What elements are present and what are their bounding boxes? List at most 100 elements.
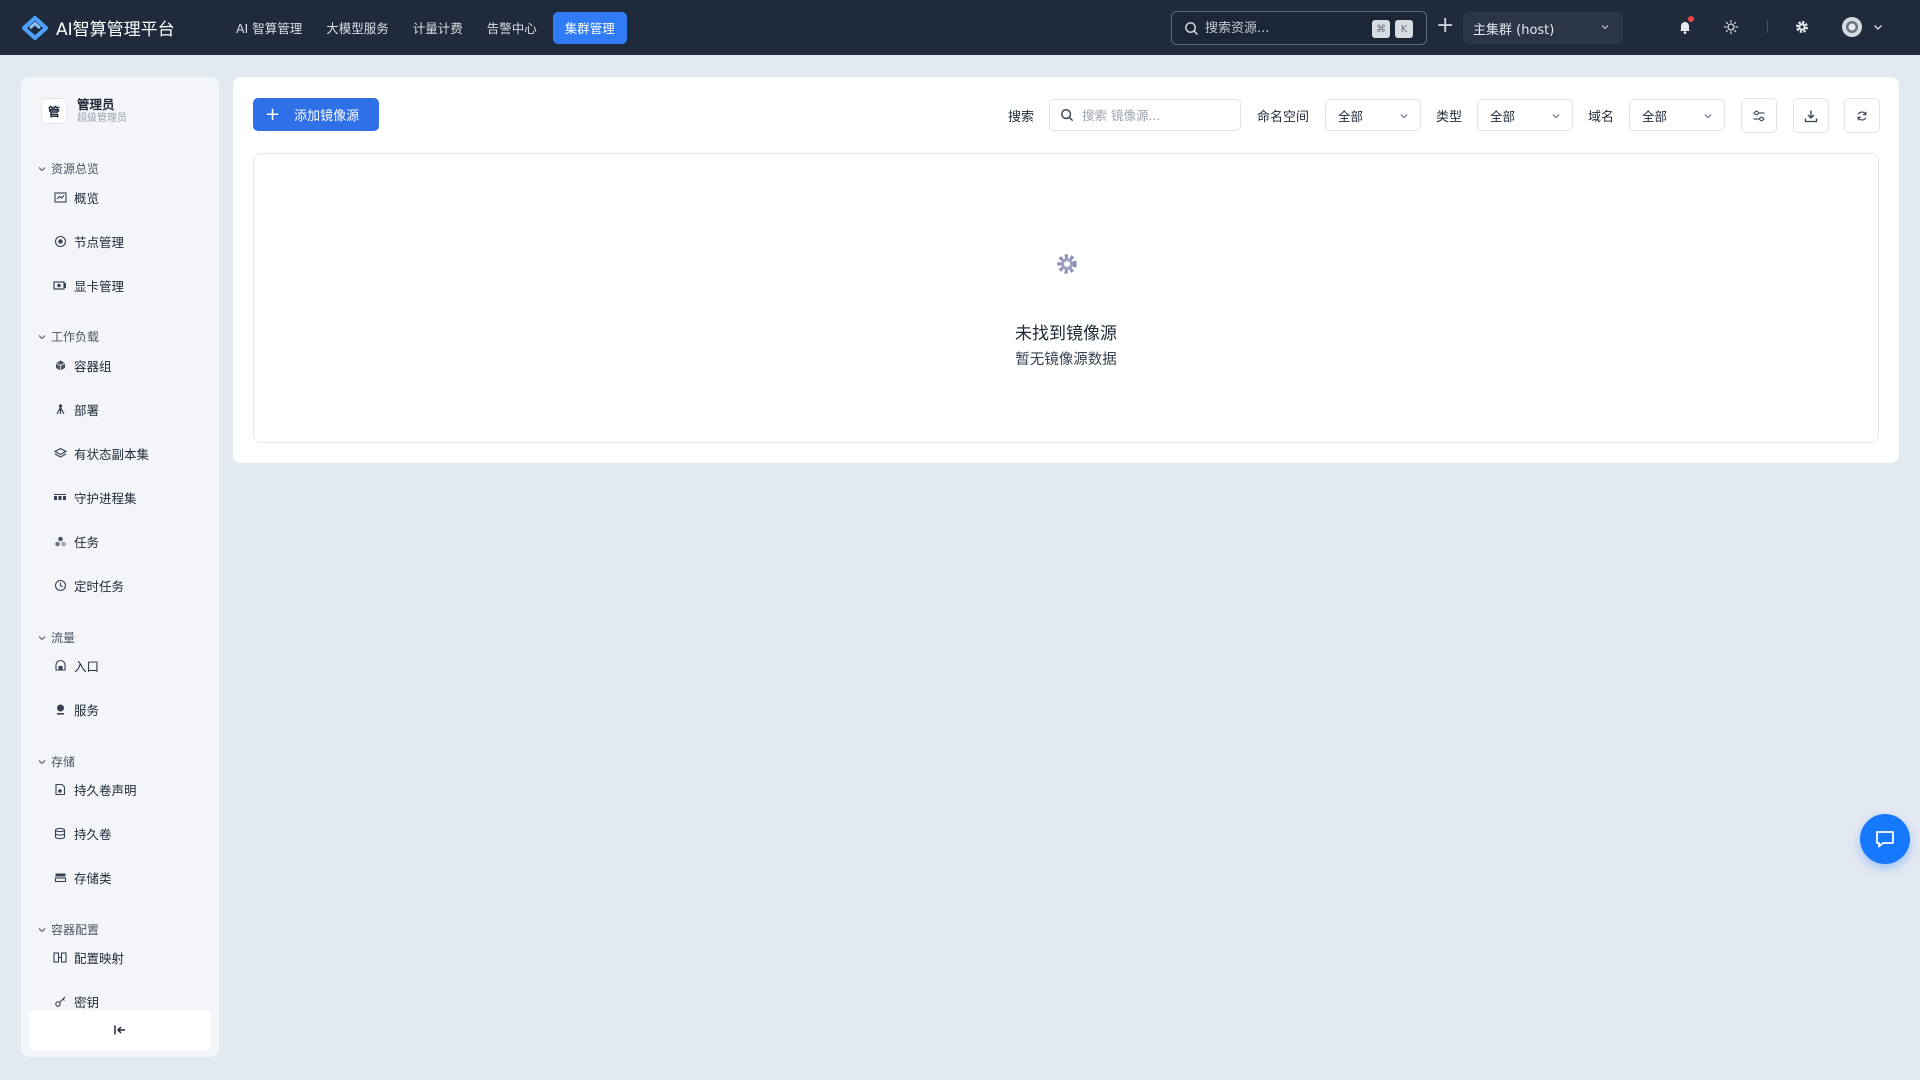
main-panel: + 添加镜像源 搜索 命名空间 全部 类型 全部 域名 全部 <box>233 77 1899 463</box>
group-workloads[interactable]: 工作负载 <box>37 328 99 345</box>
group-title-label: 容器配置 <box>51 923 100 937</box>
chevron-down-icon <box>38 166 46 171</box>
cluster-select[interactable]: 主集群 (host) <box>1463 12 1623 44</box>
nav-ai-compute[interactable]: AI 智算管理 <box>224 12 314 44</box>
cube-icon <box>53 358 67 372</box>
search-icon <box>1185 21 1198 35</box>
sidebar-item-label: 部署 <box>74 402 100 418</box>
sidebar-item-storage-classes[interactable]: 存储类 <box>53 867 112 887</box>
type-label: 类型 <box>1436 110 1463 125</box>
sidebar-item-gpu[interactable]: 显卡管理 <box>53 275 124 295</box>
namespace-select-value: 全部 <box>1338 108 1364 124</box>
sidebar: 管 管理员 超级管理员 资源总览 概览 节点管理 显卡管理 工作负载 容器组 部… <box>21 77 219 1057</box>
logo-icon <box>22 15 48 40</box>
user-name: 管理员 <box>77 97 115 112</box>
app-logo[interactable]: AI智算管理平台 <box>20 15 212 41</box>
layers-icon <box>53 446 67 460</box>
namespace-select[interactable]: 全部 <box>1325 99 1421 131</box>
gear-icon[interactable] <box>1791 16 1813 38</box>
domain-label: 域名 <box>1588 110 1615 125</box>
user-profile[interactable]: 管 管理员 超级管理员 <box>41 97 127 125</box>
sidebar-item-label: 有状态副本集 <box>74 446 150 462</box>
gear-icon <box>1057 254 1077 274</box>
top-bar: AI智算管理平台 AI 智算管理 大模型服务 计量计费 告警中心 集群管理 ⌘ … <box>0 0 1920 55</box>
nav-llm-service[interactable]: 大模型服务 <box>314 12 401 44</box>
type-select-value: 全部 <box>1490 108 1516 124</box>
sidebar-collapse-button[interactable] <box>29 1010 211 1050</box>
refresh-button[interactable] <box>1844 98 1880 133</box>
avatar: 管 <box>41 98 67 124</box>
add-registry-label: 添加镜像源 <box>294 109 360 124</box>
sidebar-item-pvc[interactable]: 持久卷声明 <box>53 779 137 799</box>
key-icon <box>53 994 67 1008</box>
group-title-label: 流量 <box>51 631 76 645</box>
group-traffic[interactable]: 流量 <box>37 629 75 646</box>
registry-search-input[interactable] <box>1082 107 1222 123</box>
chevron-down-icon <box>1400 114 1408 119</box>
notification-badge <box>1688 16 1694 22</box>
sidebar-item-pv[interactable]: 持久卷 <box>53 823 112 843</box>
node-icon <box>53 234 67 248</box>
shortcut-key-k: K <box>1395 20 1413 38</box>
daemon-icon <box>53 490 67 504</box>
group-storage[interactable]: 存储 <box>37 753 75 770</box>
deploy-icon <box>53 402 67 416</box>
chevron-down-icon <box>1552 114 1560 119</box>
clock-icon <box>53 578 67 592</box>
chevron-down-icon <box>1601 25 1609 30</box>
sidebar-item-label: 持久卷 <box>74 826 112 842</box>
chevron-down-icon[interactable] <box>1870 16 1886 38</box>
bell-icon[interactable] <box>1674 16 1696 38</box>
pvc-icon <box>53 782 67 796</box>
sidebar-item-label: 持久卷声明 <box>74 782 137 798</box>
group-title-label: 工作负载 <box>51 330 100 344</box>
download-button[interactable] <box>1793 98 1829 133</box>
plus-icon: + <box>265 103 281 125</box>
service-icon <box>53 702 67 716</box>
sidebar-item-secrets[interactable]: 密钥 <box>53 991 99 1011</box>
filter-settings-icon <box>1753 110 1765 121</box>
sidebar-item-label: 任务 <box>74 534 100 550</box>
empty-state-title: 未找到镜像源 <box>1015 324 1117 344</box>
plus-icon[interactable]: + <box>1436 15 1456 39</box>
global-search-input[interactable] <box>1205 20 1355 36</box>
nav-alert-center[interactable]: 告警中心 <box>475 12 549 44</box>
sidebar-item-services[interactable]: 服务 <box>53 699 99 719</box>
domain-select[interactable]: 全部 <box>1629 99 1725 131</box>
configmap-icon <box>53 950 67 964</box>
database-icon <box>53 826 67 840</box>
sidebar-item-cronjobs[interactable]: 定时任务 <box>53 575 124 595</box>
sun-icon[interactable] <box>1720 16 1742 38</box>
chat-button[interactable] <box>1860 814 1910 864</box>
sidebar-item-statefulsets[interactable]: 有状态副本集 <box>53 443 149 463</box>
refresh-icon <box>1857 111 1867 120</box>
sidebar-item-pods[interactable]: 容器组 <box>53 355 112 375</box>
avatar-icon[interactable] <box>1840 16 1864 38</box>
registry-search[interactable] <box>1049 99 1241 131</box>
group-resource-overview[interactable]: 资源总览 <box>37 160 99 177</box>
group-container-config[interactable]: 容器配置 <box>37 921 99 938</box>
chevron-down-icon <box>1704 114 1712 119</box>
sidebar-item-jobs[interactable]: 任务 <box>53 531 99 551</box>
sidebar-item-daemonsets[interactable]: 守护进程集 <box>53 487 137 507</box>
shortcut-key-cmd: ⌘ <box>1372 20 1390 38</box>
global-search[interactable]: ⌘ K <box>1171 11 1427 45</box>
sidebar-item-configmaps[interactable]: 配置映射 <box>53 947 124 967</box>
sidebar-item-ingress[interactable]: 入口 <box>53 655 99 675</box>
gpu-icon <box>53 278 67 292</box>
sidebar-item-label: 定时任务 <box>74 578 125 594</box>
storage-class-icon <box>53 870 67 884</box>
filter-settings-button[interactable] <box>1741 98 1777 133</box>
sidebar-item-overview[interactable]: 概览 <box>53 187 99 207</box>
type-select[interactable]: 全部 <box>1477 99 1573 131</box>
sidebar-item-deployments[interactable]: 部署 <box>53 399 99 419</box>
sidebar-item-label: 显卡管理 <box>74 278 125 294</box>
collapse-left-icon <box>114 1025 125 1035</box>
sidebar-item-label: 入口 <box>74 658 100 674</box>
cluster-select-value: 主集群 (host) <box>1473 22 1555 38</box>
add-registry-button[interactable]: + 添加镜像源 <box>253 98 379 131</box>
sidebar-item-label: 节点管理 <box>74 234 125 250</box>
nav-cluster-management[interactable]: 集群管理 <box>552 11 627 44</box>
nav-billing[interactable]: 计量计费 <box>401 12 475 44</box>
sidebar-item-nodes[interactable]: 节点管理 <box>53 231 124 251</box>
